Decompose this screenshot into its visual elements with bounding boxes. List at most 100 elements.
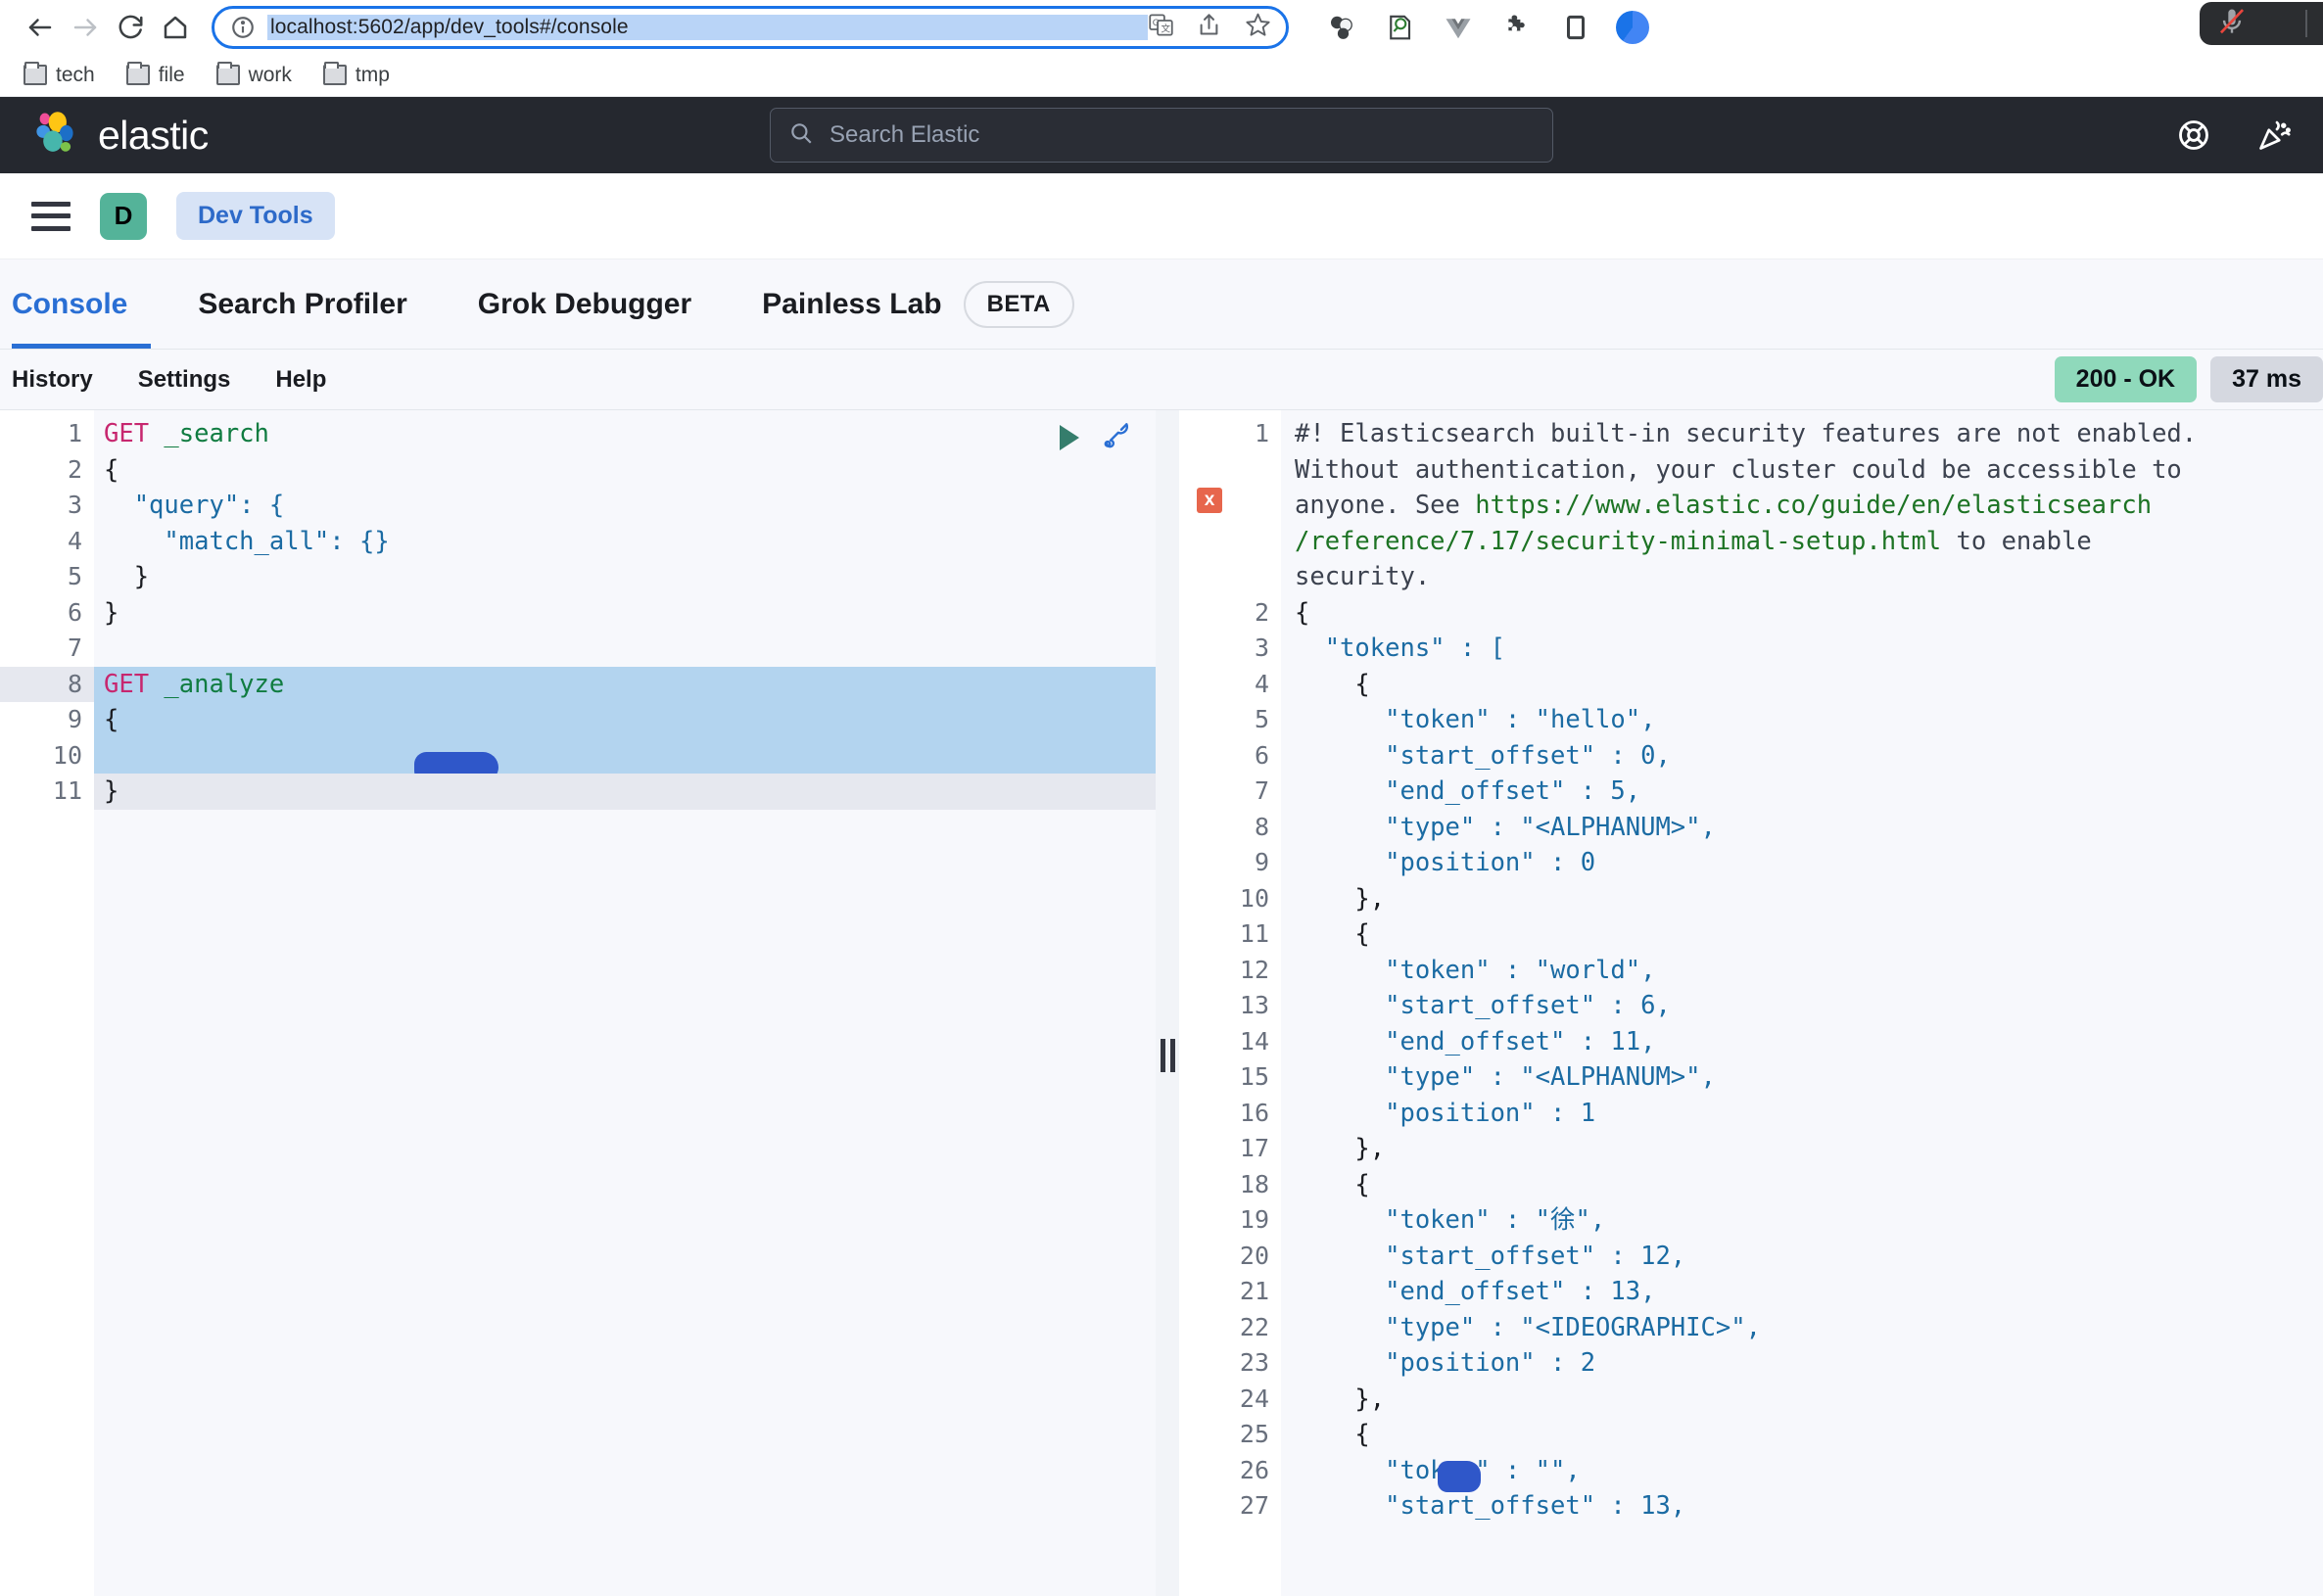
endpoint-path: _search xyxy=(149,419,269,448)
request-code-area[interactable]: GET _search { "query": { "match_all": {}… xyxy=(94,410,1156,1596)
vue-devtools-icon[interactable] xyxy=(1444,13,1473,42)
global-search-input[interactable]: Search Elastic xyxy=(770,108,1553,163)
warning-text: Without authentication, your cluster cou… xyxy=(1295,454,2182,485)
line-number: 12 xyxy=(1239,955,1269,984)
code-text: "start_offset" : 0, xyxy=(1295,740,1671,771)
help-lifebuoy-icon[interactable] xyxy=(2176,117,2211,153)
splitter-grip-icon xyxy=(1160,1039,1175,1072)
line-number: 20 xyxy=(1239,1241,1269,1270)
bookmark-item[interactable]: work xyxy=(207,60,302,91)
line-number: 9 xyxy=(1254,848,1269,876)
code-line: "match_all": {} xyxy=(94,524,1156,560)
elastic-logo-icon xyxy=(31,108,82,164)
elastic-logo-group[interactable]: elastic xyxy=(31,108,209,164)
line-number: x xyxy=(1179,488,1281,524)
response-line: "end_offset" : 5, xyxy=(1281,774,2323,810)
home-button[interactable] xyxy=(153,5,198,50)
address-bar[interactable]: localhost:5602/app/dev_tools#/console G文 xyxy=(212,5,1289,49)
play-icon[interactable] xyxy=(1060,424,1079,450)
code-text: }, xyxy=(1295,1384,1386,1414)
tab-grok-debugger[interactable]: Grok Debugger xyxy=(443,259,727,349)
console-toolbar: History Settings Help 200 - OK 37 ms xyxy=(0,350,2323,410)
share-icon[interactable] xyxy=(1196,12,1222,43)
line-number: 25 xyxy=(1239,1420,1269,1448)
url-text[interactable]: localhost:5602/app/dev_tools#/console xyxy=(267,14,1148,40)
bookmark-star-icon[interactable] xyxy=(1244,11,1272,44)
response-line: "token" : "hello", xyxy=(1281,702,2323,738)
line-number xyxy=(1179,524,1281,560)
bookmark-item[interactable]: tech xyxy=(14,60,105,91)
response-gutter: 1 x 2 3 4 5 6 7 8 9 10 11 12 13 14 15 16… xyxy=(1179,410,1281,1596)
response-warning-line: anyone. See https://www.elastic.co/guide… xyxy=(1281,488,2323,524)
http-method: GET xyxy=(104,419,150,448)
line-number: 5 xyxy=(1254,705,1269,733)
puzzle-extensions-icon[interactable] xyxy=(1502,13,1532,42)
history-button[interactable]: History xyxy=(12,366,93,394)
news-party-icon[interactable] xyxy=(2256,117,2292,153)
response-warning-line: /reference/7.17/security-minimal-setup.h… xyxy=(1281,524,2323,560)
forward-button[interactable] xyxy=(63,5,108,50)
response-pane[interactable]: 1 x 2 3 4 5 6 7 8 9 10 11 12 13 14 15 16… xyxy=(1179,410,2323,1596)
reload-button[interactable] xyxy=(108,5,153,50)
http-method: GET xyxy=(104,669,150,699)
bookmark-item[interactable]: tmp xyxy=(313,60,400,91)
warning-text: #! Elasticsearch built-in security featu… xyxy=(1295,419,2198,448)
code-text: "token" : "hello", xyxy=(1295,705,1656,734)
tab-label: Grok Debugger xyxy=(477,287,692,320)
request-editor-pane[interactable]: 1 2 3 4 5 6 7 8 9 10 11 GET _search { "q… xyxy=(0,410,1156,1596)
bookmark-label: work xyxy=(248,63,292,86)
line-number: 4 xyxy=(67,526,82,555)
code-line: { xyxy=(94,452,1156,489)
line-number: 18 xyxy=(1239,1169,1269,1198)
code-text: "end_offset" : 11, xyxy=(1295,1026,1656,1056)
bookmark-item[interactable]: file xyxy=(117,60,195,91)
response-line: "start_offset" : 13, xyxy=(1281,1488,2323,1525)
response-line: "start_offset" : 12, xyxy=(1281,1239,2323,1275)
line-number: 3 xyxy=(1254,634,1269,662)
site-info-icon[interactable] xyxy=(230,15,256,40)
folder-icon xyxy=(24,62,47,85)
hamburger-menu-icon[interactable] xyxy=(31,201,71,231)
dev-tools-tabs: Console Search Profiler Grok Debugger Pa… xyxy=(0,259,2323,350)
bookmark-label: tech xyxy=(56,63,95,86)
code-text: { xyxy=(1295,669,1370,699)
breadcrumb[interactable]: Dev Tools xyxy=(176,192,335,240)
tab-search-profiler[interactable]: Search Profiler xyxy=(163,259,442,349)
settings-button[interactable]: Settings xyxy=(138,366,231,394)
response-line: "position" : 0 xyxy=(1281,845,2323,881)
avatar[interactable]: D xyxy=(100,192,147,240)
lens-person-icon[interactable] xyxy=(1385,13,1414,42)
code-text: } xyxy=(104,597,119,628)
line-number: 3 xyxy=(67,491,82,519)
tab-label: Search Profiler xyxy=(198,287,407,320)
response-line: "start_offset" : 0, xyxy=(1281,738,2323,775)
side-panel-icon[interactable] xyxy=(1561,13,1590,42)
molecule-icon[interactable] xyxy=(1326,13,1355,42)
error-marker-icon[interactable]: x xyxy=(1197,488,1222,513)
code-text: { xyxy=(1295,919,1370,949)
warning-url: https://www.elastic.co/guide/en/elastics… xyxy=(1475,491,2153,520)
response-line: "type" : "<IDEOGRAPHIC>", xyxy=(1281,1310,2323,1346)
profile-avatar[interactable] xyxy=(1616,10,1649,44)
response-code-area[interactable]: #! Elasticsearch built-in security featu… xyxy=(1281,410,2323,1596)
response-line: }, xyxy=(1281,1131,2323,1167)
response-line: { xyxy=(1281,595,2323,632)
response-line: "position" : 1 xyxy=(1281,1096,2323,1132)
elastic-header: elastic Search Elastic xyxy=(0,97,2323,173)
wrench-icon[interactable] xyxy=(1099,418,1132,456)
back-button[interactable] xyxy=(18,5,63,50)
response-line: { xyxy=(1281,916,2323,953)
pane-splitter[interactable] xyxy=(1156,410,1179,1596)
code-text: "end_offset" : 5, xyxy=(1295,776,1641,806)
line-number: 16 xyxy=(1239,1098,1269,1127)
status-group: 200 - OK 37 ms xyxy=(2054,356,2323,402)
help-button[interactable]: Help xyxy=(275,366,326,394)
translate-icon[interactable]: G文 xyxy=(1148,12,1174,43)
tab-console[interactable]: Console xyxy=(0,259,163,349)
status-badge: 200 - OK xyxy=(2054,356,2198,402)
microphone-muted-icon[interactable] xyxy=(2215,5,2249,43)
search-placeholder: Search Elastic xyxy=(830,121,980,148)
line-number: 2 xyxy=(1254,597,1269,627)
tab-painless-lab[interactable]: Painless Lab BETA xyxy=(727,259,1110,349)
